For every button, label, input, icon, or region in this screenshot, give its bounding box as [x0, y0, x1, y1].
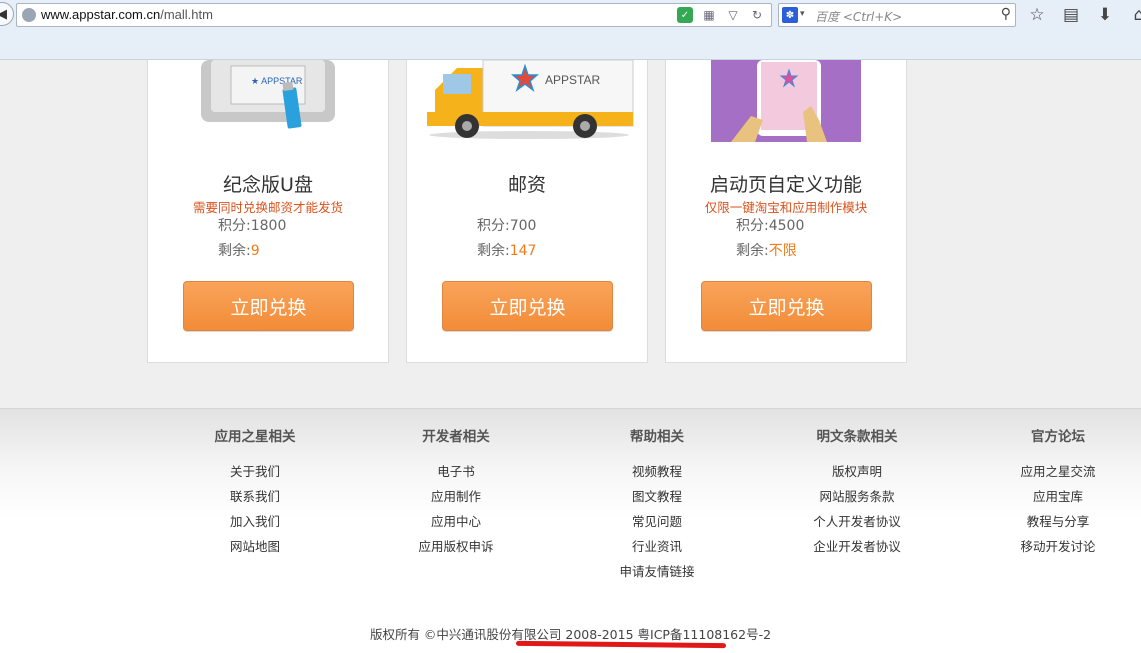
footer-column-help: 帮助相关 视频教程 图文教程 常见问题 行业资讯 申请友情链接	[572, 425, 742, 584]
browser-toolbar: ◀ www.appstar.com.cn/mall.htm ✓ ▦ ▽ ↻ ✽ …	[0, 0, 1141, 60]
footer-link[interactable]: 应用中心	[371, 509, 541, 534]
qr-code-icon[interactable]: ▦	[701, 7, 717, 23]
footer-column-title: 开发者相关	[422, 429, 490, 445]
search-bar[interactable]: ✽ ▾ 百度 <Ctrl+K> ⚲	[778, 3, 1016, 27]
bookmark-star-icon[interactable]: ☆	[1026, 4, 1048, 26]
reload-icon[interactable]: ↻	[749, 7, 765, 23]
copyright-text: 版权所有 ©中兴通讯股份有限公司 2008-2015 粤ICP备11108162…	[369, 627, 772, 642]
product-points: 积分:1800	[218, 218, 287, 234]
phone-splash-image	[711, 60, 861, 142]
svg-text:★ APPSTAR: ★ APPSTAR	[251, 76, 303, 86]
product-card-postage: APPSTAR 邮资 积分:700 剩余:147 立即兑换	[406, 60, 648, 363]
product-note: 仅限一键淘宝和应用制作模块	[704, 200, 868, 215]
search-placeholder: 百度 <Ctrl+K>	[815, 10, 903, 24]
address-bar[interactable]: www.appstar.com.cn/mall.htm ✓ ▦ ▽ ↻	[16, 3, 772, 27]
footer-link[interactable]: 个人开发者协议	[772, 509, 942, 534]
red-annotation-underline	[515, 640, 727, 649]
shield-icon[interactable]: ✓	[677, 7, 693, 23]
footer-link[interactable]: 图文教程	[572, 484, 742, 509]
footer-link[interactable]: 企业开发者协议	[772, 534, 942, 559]
footer-link[interactable]: 移动开发讨论	[973, 534, 1141, 559]
footer-column-title: 应用之星相关	[214, 429, 296, 445]
redeem-button[interactable]: 立即兑换	[442, 281, 613, 331]
baidu-engine-icon[interactable]: ✽	[782, 7, 798, 23]
footer-column-title: 官方论坛	[1031, 429, 1085, 445]
redeem-button[interactable]: 立即兑换	[701, 281, 872, 331]
globe-icon	[22, 8, 36, 22]
truck-brand-text: APPSTAR	[545, 73, 600, 87]
footer-link[interactable]: 应用制作	[371, 484, 541, 509]
footer-column-title: 帮助相关	[630, 429, 684, 445]
product-remain: 剩余:不限	[736, 243, 797, 259]
footer-column-developer: 开发者相关 电子书 应用制作 应用中心 应用版权申诉	[371, 425, 541, 559]
footer-column-title: 明文条款相关	[816, 429, 898, 445]
footer-link[interactable]: 关于我们	[170, 459, 340, 484]
footer-link[interactable]: 应用之星交流	[973, 459, 1141, 484]
redeem-button[interactable]: 立即兑换	[183, 281, 354, 331]
usb-drive-image: ★ APPSTAR	[201, 60, 335, 129]
engine-caret-icon[interactable]: ▾	[800, 9, 805, 19]
reading-list-icon[interactable]: ▤	[1060, 4, 1082, 26]
product-card-splash: 启动页自定义功能 仅限一键淘宝和应用制作模块 积分:4500 剩余:不限 立即兑…	[665, 60, 907, 363]
product-title: 纪念版U盘	[223, 174, 313, 196]
back-button[interactable]: ◀	[0, 2, 14, 26]
product-title: 邮资	[507, 174, 546, 196]
search-icon[interactable]: ⚲	[1001, 6, 1011, 22]
footer-link[interactable]: 电子书	[371, 459, 541, 484]
footer-link[interactable]: 视频教程	[572, 459, 742, 484]
footer-column-forum: 官方论坛 应用之星交流 应用宝库 教程与分享 移动开发讨论	[973, 425, 1141, 559]
download-icon[interactable]: ⬇	[1094, 4, 1116, 26]
url-text: www.appstar.com.cn/mall.htm	[41, 7, 213, 22]
product-points: 积分:4500	[736, 218, 805, 234]
product-points: 积分:700	[477, 218, 537, 234]
footer-link[interactable]: 版权声明	[772, 459, 942, 484]
product-card-usb: ★ APPSTAR 纪念版U盘 需要同时兑换邮资才能发货 积分:1800 剩余:…	[147, 60, 389, 363]
dropdown-icon[interactable]: ▽	[725, 7, 741, 23]
footer-column-appstar: 应用之星相关 关于我们 联系我们 加入我们 网站地图	[170, 425, 340, 559]
product-title: 启动页自定义功能	[709, 174, 862, 196]
footer-link[interactable]: 联系我们	[170, 484, 340, 509]
footer-link[interactable]: 加入我们	[170, 509, 340, 534]
product-remain: 剩余:9	[218, 243, 260, 259]
footer-link[interactable]: 网站地图	[170, 534, 340, 559]
back-arrow-icon: ◀	[0, 6, 7, 22]
footer-link[interactable]: 网站服务条款	[772, 484, 942, 509]
footer-link[interactable]: 常见问题	[572, 509, 742, 534]
footer-link[interactable]: 教程与分享	[973, 509, 1141, 534]
footer-column-terms: 明文条款相关 版权声明 网站服务条款 个人开发者协议 企业开发者协议	[772, 425, 942, 559]
footer-link[interactable]: 行业资讯	[572, 534, 742, 559]
delivery-truck-image: APPSTAR	[427, 60, 634, 139]
footer-link[interactable]: 申请友情链接	[572, 559, 742, 584]
home-icon[interactable]: ⌂	[1128, 4, 1141, 26]
product-remain: 剩余:147	[477, 243, 537, 259]
product-note: 需要同时兑换邮资才能发货	[192, 200, 343, 215]
site-footer: 应用之星相关 关于我们 联系我们 加入我们 网站地图 开发者相关 电子书 应用制…	[0, 408, 1141, 653]
footer-link[interactable]: 应用宝库	[973, 484, 1141, 509]
footer-link[interactable]: 应用版权申诉	[371, 534, 541, 559]
